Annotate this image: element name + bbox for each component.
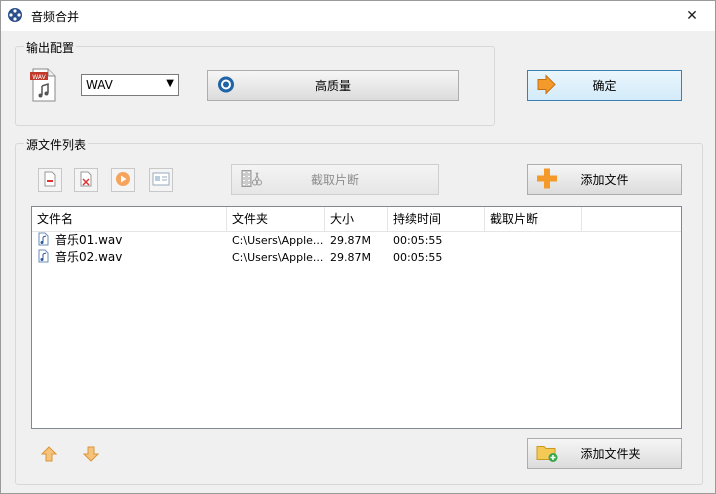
format-select-value: WAV: [86, 78, 113, 92]
play-icon: [115, 171, 131, 190]
arrow-right-icon: [536, 73, 556, 97]
table-row[interactable]: 音乐02.wav C:\Users\Apple... 29.87M 00:05:…: [32, 249, 681, 266]
move-up-button[interactable]: [39, 445, 59, 465]
film-reel-icon: [7, 7, 23, 23]
ok-button-label: 确定: [592, 79, 617, 93]
delete-file-button[interactable]: [74, 168, 98, 192]
output-config-legend: 输出配置: [24, 39, 77, 56]
arrow-down-icon: [82, 446, 100, 465]
table-header: 文件名 文件夹 大小 持续时间 截取片断: [32, 207, 681, 232]
arrow-up-icon: [40, 445, 58, 465]
cut-segment-label: 截取片断: [310, 173, 359, 187]
column-header-cut[interactable]: 截取片断: [485, 207, 582, 231]
file-list-table[interactable]: 文件名 文件夹 大小 持续时间 截取片断 音乐01.wav C:\Users\A…: [31, 206, 682, 429]
format-select[interactable]: WAV ▼: [81, 74, 179, 96]
wav-icon-text: WAV: [32, 74, 46, 81]
column-header-duration[interactable]: 持续时间: [388, 207, 485, 231]
add-file-label: 添加文件: [580, 173, 629, 187]
add-folder-button[interactable]: 添加文件夹: [527, 438, 682, 469]
cell-duration: 00:05:55: [393, 234, 443, 247]
add-file-button[interactable]: 添加文件: [527, 164, 682, 195]
play-button[interactable]: [111, 168, 135, 192]
move-down-button[interactable]: [81, 445, 101, 465]
cell-size: 29.87M: [330, 234, 371, 247]
cell-cut: [485, 249, 582, 266]
audio-merge-window: 音频合并 ✕ 输出配置 WAV WAV ▼ 高质量 确定 源文件列表 截取片断 …: [0, 0, 716, 494]
quality-button-label: 高质量: [314, 79, 351, 93]
cell-duration: 00:05:55: [393, 251, 443, 264]
scissors-film-icon: [240, 168, 262, 191]
column-header-folder[interactable]: 文件夹: [227, 207, 325, 231]
cell-filename: 音乐01.wav: [55, 233, 123, 247]
close-button[interactable]: ✕: [669, 1, 715, 31]
cell-filename: 音乐02.wav: [55, 250, 123, 264]
wav-file-icon: WAV: [29, 68, 57, 102]
title-bar: 音频合并 ✕: [1, 1, 715, 31]
remove-file-icon: [43, 171, 57, 190]
plus-icon: [536, 167, 558, 192]
cell-folder: C:\Users\Apple...: [232, 251, 324, 264]
source-list-legend: 源文件列表: [24, 136, 89, 153]
cell-folder: C:\Users\Apple...: [232, 234, 324, 247]
settings-gear-icon: [216, 74, 236, 97]
delete-file-icon: [79, 171, 93, 190]
properties-button[interactable]: [149, 168, 173, 192]
column-header-size[interactable]: 大小: [325, 207, 388, 231]
cell-size: 29.87M: [330, 251, 371, 264]
cell-cut: [485, 232, 582, 249]
cut-segment-button[interactable]: 截取片断: [231, 164, 439, 195]
folder-add-icon: [536, 442, 558, 465]
ok-button[interactable]: 确定: [527, 70, 682, 101]
table-row[interactable]: 音乐01.wav C:\Users\Apple... 29.87M 00:05:…: [32, 232, 681, 249]
quality-button[interactable]: 高质量: [207, 70, 459, 101]
window-title: 音频合并: [31, 10, 80, 24]
column-header-filename[interactable]: 文件名: [32, 207, 227, 231]
remove-file-button[interactable]: [38, 168, 62, 192]
chevron-down-icon: ▼: [166, 78, 174, 89]
properties-icon: [152, 172, 170, 189]
add-folder-label: 添加文件夹: [580, 447, 641, 461]
